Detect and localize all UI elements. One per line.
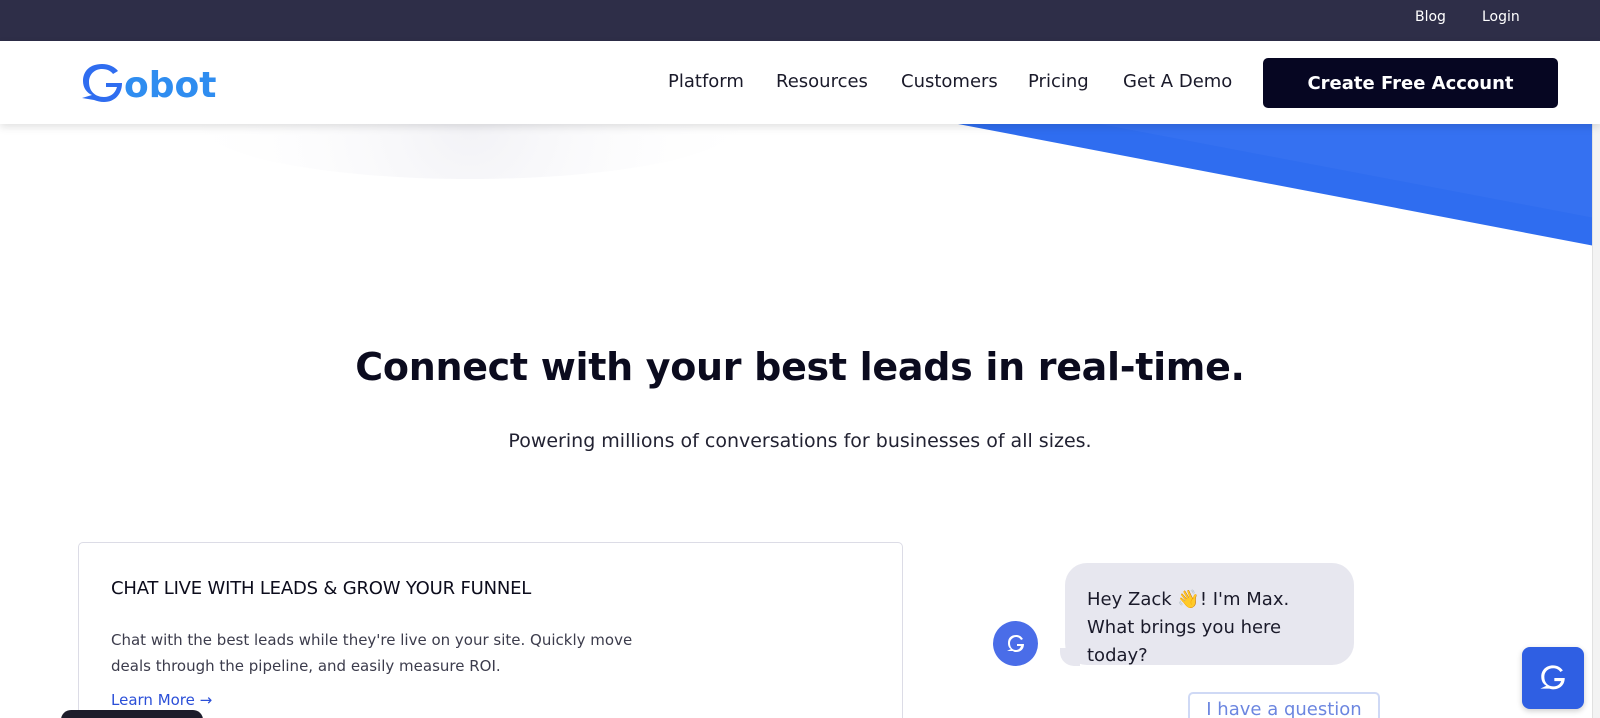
card-body: Chat with the best leads while they're l… [111, 631, 633, 675]
main-header: obot Platform Resources Customers Pricin… [0, 41, 1600, 124]
nav-get-a-demo[interactable]: Get A Demo [1123, 71, 1232, 92]
nav-platform[interactable]: Platform [668, 71, 744, 92]
top-utility-bar: Blog Login [0, 0, 1600, 41]
chat-bot-icon [1007, 635, 1024, 652]
bottom-left-pill[interactable] [61, 710, 203, 718]
bot-avatar [993, 621, 1038, 666]
chat-launcher-button[interactable] [1522, 647, 1584, 709]
logo-text: obot [124, 65, 216, 106]
hero-title: Connect with your best leads in real-tim… [355, 345, 1245, 389]
bot-message-bubble: Hey Zack 👋! I'm Max. What brings you her… [1065, 563, 1354, 666]
hero-subtitle: Powering millions of conversations for b… [508, 430, 1092, 452]
gobot-logo[interactable]: obot [80, 56, 220, 106]
chat-launcher-icon [1540, 665, 1565, 690]
card-title: CHAT LIVE WITH LEADS & GROW YOUR FUNNEL [111, 578, 532, 599]
page: Blog Login obot Platform Resources Custo… [0, 0, 1600, 718]
learn-more-link[interactable]: Learn More → [111, 691, 212, 709]
greeting-text-start: Hey Zack [1087, 589, 1178, 610]
login-link[interactable]: Login [1482, 9, 1520, 25]
waving-hand-icon: 👋 [1177, 589, 1200, 610]
i-have-a-question-button[interactable]: I have a question [1188, 692, 1380, 718]
nav-pricing[interactable]: Pricing [1028, 71, 1089, 92]
nav-resources[interactable]: Resources [776, 71, 868, 92]
create-free-account-button[interactable]: Create Free Account [1263, 58, 1558, 108]
blog-link[interactable]: Blog [1415, 9, 1446, 25]
gobot-logo-icon: obot [82, 64, 216, 106]
nav-customers[interactable]: Customers [901, 71, 998, 92]
decorative-blue-wedge [200, 124, 1600, 247]
feature-card: CHAT LIVE WITH LEADS & GROW YOUR FUNNEL … [78, 542, 903, 718]
